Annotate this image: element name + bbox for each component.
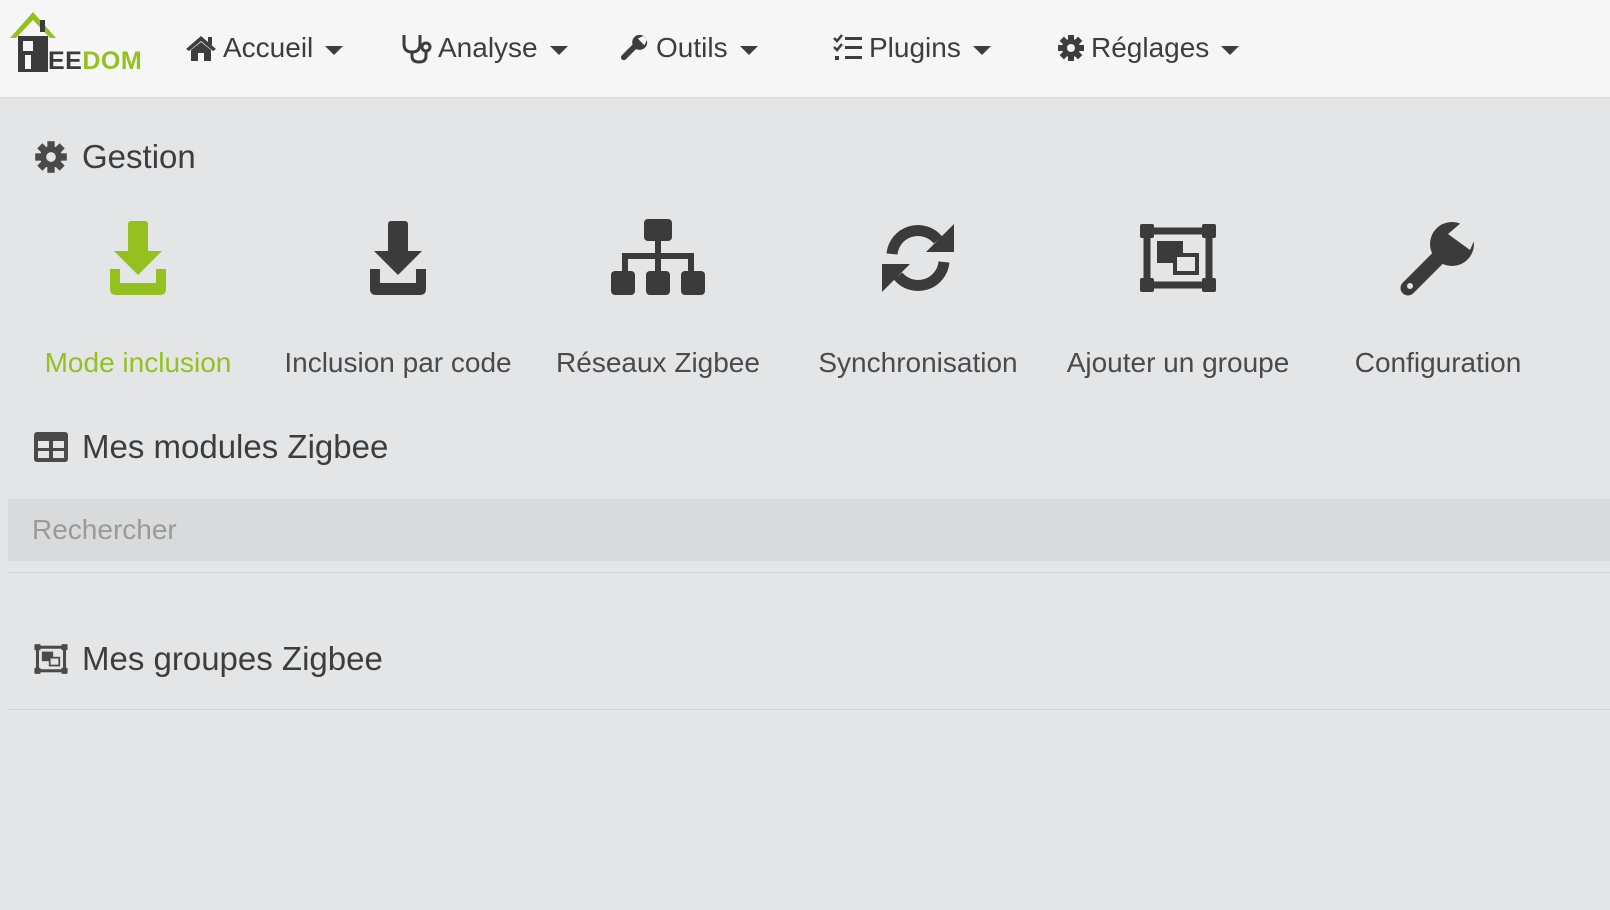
nav-label: Plugins [869,32,961,63]
action-label: Mode inclusion [44,347,232,378]
download-icon [370,220,426,295]
wrench-icon [620,34,648,61]
top-navbar: EEDOM Accueil Analyse Outils Plugins Rég… [0,0,1610,98]
sitemap-icon [611,218,705,295]
nav-label: Analyse [438,32,538,63]
action-label: Réseaux Zigbee [556,347,760,378]
sync-icon [882,223,954,292]
wrench-icon [1400,221,1478,295]
action-mode-inclusion[interactable]: Mode inclusion [23,210,253,379]
action-label: Configuration [1354,347,1522,378]
modules-title: Mes modules Zigbee [34,428,388,466]
chevron-down-icon [1221,45,1240,55]
chevron-down-icon [739,45,758,55]
search-input[interactable] [8,499,1610,561]
nav-label: Outils [656,32,728,63]
action-reseaux-zigbee[interactable]: Réseaux Zigbee [543,210,773,379]
action-ajouter-groupe[interactable]: Ajouter un groupe [1063,210,1293,379]
gestion-title-text: Gestion [82,138,196,175]
nav-plugins[interactable]: Plugins [833,26,991,70]
groups-title-text: Mes groupes Zigbee [82,640,383,677]
action-synchronisation[interactable]: Synchronisation [803,210,1033,379]
nav-reglages[interactable]: Réglages [1057,26,1240,70]
table-icon [34,432,68,462]
nav-label: Réglages [1091,32,1210,63]
logo-text: EEDOM [48,47,143,75]
chevron-down-icon [972,45,991,55]
modules-title-text: Mes modules Zigbee [82,428,389,465]
chevron-down-icon [325,45,344,55]
object-group-icon [34,644,68,674]
nav-accueil[interactable]: Accueil [185,26,344,70]
stethoscope-icon [402,35,432,64]
action-configuration[interactable]: Configuration [1323,210,1553,379]
tasks-icon [833,34,862,60]
nav-outils[interactable]: Outils [620,26,758,70]
gear-icon [35,141,67,173]
action-label: Synchronisation [818,347,1018,378]
divider [8,709,1610,710]
object-group-icon [1140,223,1216,292]
home-icon [186,36,216,61]
gestion-title: Gestion [34,138,196,176]
chevron-down-icon [549,45,568,55]
nav-label: Accueil [223,32,314,63]
action-label: Inclusion par code [284,347,512,378]
groups-title: Mes groupes Zigbee [34,640,383,678]
action-label: Ajouter un groupe [1066,347,1290,378]
jeedom-logo[interactable]: EEDOM [8,10,148,76]
action-inclusion-par-code[interactable]: Inclusion par code [283,210,513,379]
gear-icon [1058,35,1084,61]
nav-analyse[interactable]: Analyse [400,26,568,70]
divider [8,572,1610,573]
download-icon [110,220,166,295]
